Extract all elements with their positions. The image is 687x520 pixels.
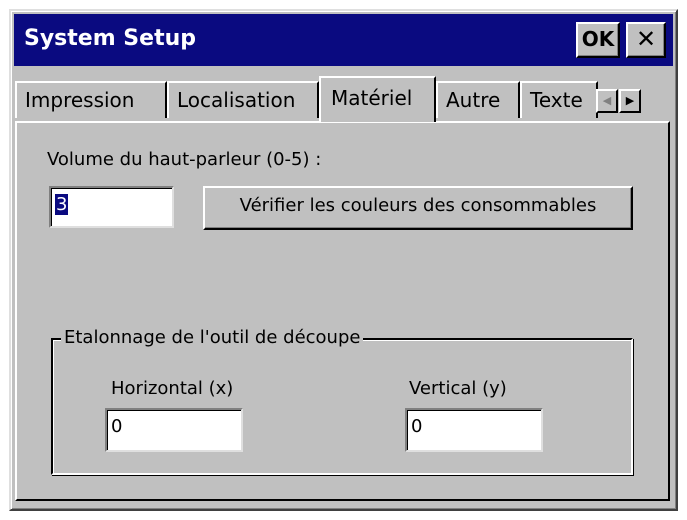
tab-materiel[interactable]: Matériel	[319, 76, 436, 122]
tab-autre[interactable]: Autre	[436, 81, 520, 118]
tab-localisation[interactable]: Localisation	[167, 81, 319, 118]
close-button[interactable]: ✕	[626, 22, 666, 58]
speaker-volume-input[interactable]: 3	[49, 186, 174, 228]
cutter-calibration-group: Etalonnage de l'outil de découpe Horizon…	[51, 327, 633, 475]
check-consumable-colors-button[interactable]: Vérifier les couleurs des consommables	[203, 186, 633, 230]
speaker-volume-label: Volume du haut-parleur (0-5) :	[47, 149, 322, 170]
horizontal-label: Horizontal (x)	[111, 378, 234, 399]
chevron-right-icon: ▶	[625, 94, 635, 107]
close-icon: ✕	[635, 25, 657, 53]
tab-scroll-left-button[interactable]: ◀	[596, 89, 618, 113]
tab-texte[interactable]: Texte	[520, 81, 598, 118]
vertical-y-input[interactable]: 0	[405, 408, 543, 452]
system-setup-window: System Setup OK ✕ Impression Localisatio…	[9, 9, 678, 511]
title-bar: System Setup OK ✕	[14, 14, 673, 66]
ok-button[interactable]: OK	[576, 22, 620, 58]
tab-strip: Impression Localisation Matériel Autre T…	[11, 74, 676, 122]
window-title: System Setup	[24, 26, 196, 51]
tab-scroll-right-button[interactable]: ▶	[619, 89, 641, 113]
horizontal-x-input[interactable]: 0	[105, 408, 243, 452]
hardware-tab-panel: Volume du haut-parleur (0-5) : 3 Vérifie…	[15, 121, 670, 501]
speaker-volume-value: 3	[55, 194, 69, 215]
chevron-left-icon: ◀	[602, 94, 612, 107]
tab-impression[interactable]: Impression	[15, 81, 167, 118]
cutter-calibration-title: Etalonnage de l'outil de découpe	[61, 327, 364, 349]
vertical-label: Vertical (y)	[409, 378, 507, 399]
